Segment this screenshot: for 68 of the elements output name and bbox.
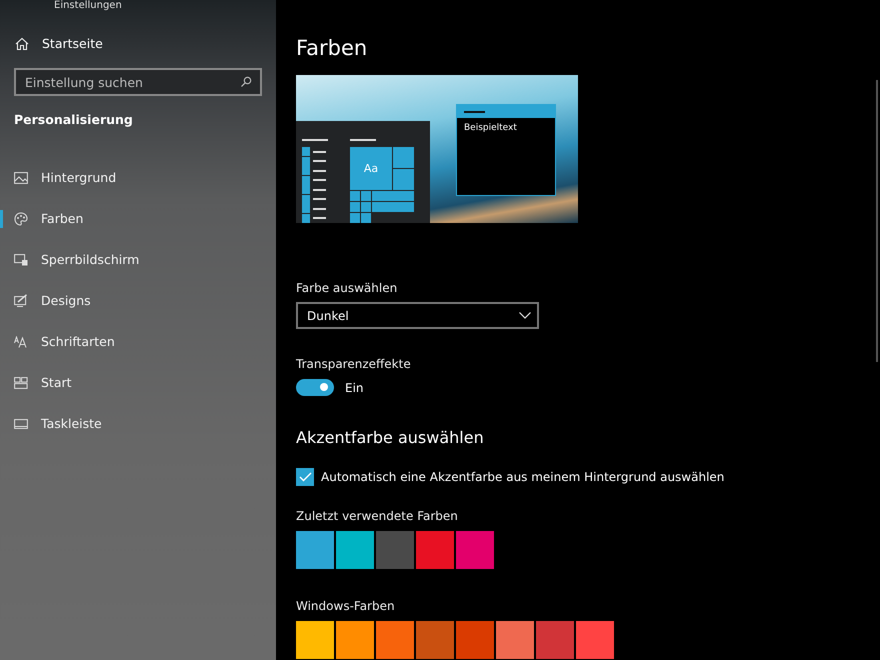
color-swatch[interactable]	[576, 621, 614, 659]
text-line	[302, 139, 328, 141]
color-swatch[interactable]	[296, 621, 334, 659]
text-line	[350, 139, 376, 141]
tile	[361, 202, 371, 212]
color-swatch[interactable]	[536, 621, 574, 659]
nav-item[interactable]: Taskleiste	[0, 403, 276, 444]
toggle-switch[interactable]	[296, 379, 334, 396]
color-swatch[interactable]	[376, 531, 414, 569]
field-label: Windows-Farben	[296, 599, 395, 613]
home-link[interactable]: Startseite	[15, 36, 103, 51]
tile	[350, 202, 360, 212]
nav-item[interactable]: Farben	[0, 198, 276, 239]
taskbar-icon	[14, 418, 28, 428]
color-swatch[interactable]	[376, 621, 414, 659]
tile	[350, 191, 360, 201]
tile: Aa	[350, 147, 392, 190]
section-heading: Personalisierung	[14, 112, 133, 127]
font-icon	[14, 336, 28, 348]
tile	[372, 191, 414, 201]
tile	[361, 213, 371, 223]
tile	[361, 191, 371, 201]
chevron-down-icon	[519, 312, 531, 319]
text-line	[313, 150, 326, 153]
text-line	[313, 217, 326, 220]
window-title: Einstellungen	[54, 0, 122, 12]
toggle-state: Ein	[345, 380, 364, 394]
checkmark-icon	[298, 472, 312, 482]
tile	[393, 147, 414, 168]
nav-item[interactable]: Designs	[0, 280, 276, 321]
text-line	[313, 208, 326, 210]
color-swatch[interactable]	[416, 621, 454, 659]
start-layout-icon	[14, 376, 28, 388]
nav-item[interactable]: Schriftarten	[0, 321, 276, 362]
nav-item[interactable]: Hintergrund	[0, 157, 276, 198]
section-heading: Akzentfarbe auswählen	[296, 428, 484, 447]
nav-item[interactable]: Sperrbildschirm	[0, 239, 276, 280]
monitor-brush-icon	[14, 294, 28, 307]
color-swatch[interactable]	[456, 531, 494, 569]
tile	[372, 202, 414, 212]
picture-icon	[14, 172, 28, 184]
checkbox[interactable]	[296, 468, 314, 486]
tile	[350, 213, 360, 223]
checkbox-label: Automatisch eine Akzentfarbe aus meinem Hintergrund auswählen	[321, 470, 724, 484]
field-label: Farbe auswählen	[296, 281, 398, 295]
color-swatch[interactable]	[336, 531, 374, 569]
text-line	[313, 160, 326, 162]
nav-item[interactable]: Start	[0, 362, 276, 403]
monitor-lock-icon	[14, 254, 28, 266]
palette-icon	[14, 212, 28, 226]
home-icon	[15, 36, 29, 50]
search-field[interactable]: Einstellung suchen	[14, 68, 262, 96]
search-icon	[240, 76, 252, 88]
color-swatch[interactable]	[416, 531, 454, 569]
page-title: Farben	[296, 35, 368, 62]
color-swatch[interactable]	[496, 621, 534, 659]
color-swatch[interactable]	[336, 621, 374, 659]
color-swatch[interactable]	[296, 531, 334, 569]
text-line	[313, 170, 326, 172]
text-line	[313, 188, 326, 191]
sample-text: Beispieltext	[463, 122, 518, 133]
color-mode-dropdown[interactable]: Dunkel	[296, 302, 539, 329]
text-line	[313, 198, 326, 200]
field-label: Transparenzeffekte	[296, 357, 411, 371]
color-swatch[interactable]	[456, 621, 494, 659]
tile	[393, 169, 414, 190]
text-line	[313, 179, 326, 182]
field-label: Zuletzt verwendete Farben	[296, 509, 458, 523]
